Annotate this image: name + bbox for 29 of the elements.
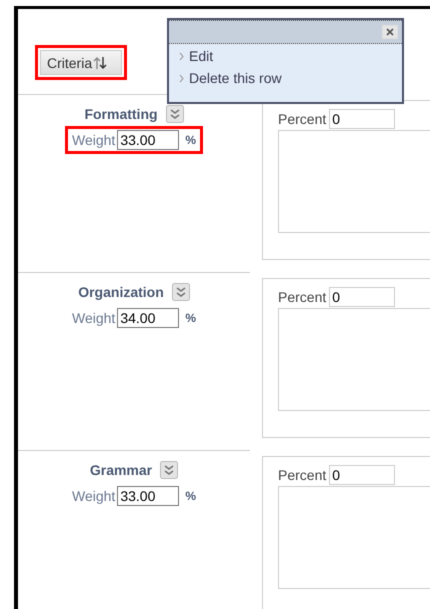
weight-field[interactable]: 33.00 xyxy=(117,486,180,506)
weight-field[interactable]: 33.00 xyxy=(117,130,180,150)
criterion-name: Formatting xyxy=(84,106,158,122)
menu-item[interactable]: Delete this row xyxy=(179,70,402,86)
expand-chevron-icon[interactable] xyxy=(160,461,178,479)
weight-label: Weight xyxy=(72,132,116,148)
criterion-name: Grammar xyxy=(90,462,152,478)
percent-label: Percent xyxy=(278,111,326,127)
close-button[interactable] xyxy=(382,25,398,39)
percent-field[interactable]: 0 xyxy=(329,465,396,485)
chevron-right-icon xyxy=(179,52,184,60)
percent-sign: % xyxy=(185,133,196,147)
expand-chevron-icon[interactable] xyxy=(166,105,184,123)
criteria-sort-button[interactable]: Criteria xyxy=(40,50,122,75)
percent-sign: % xyxy=(185,311,196,325)
weight-label: Weight xyxy=(72,488,116,504)
percent-sign: % xyxy=(185,489,196,503)
percent-label: Percent xyxy=(278,467,326,483)
chevron-right-icon xyxy=(179,74,184,82)
expand-chevron-icon[interactable] xyxy=(172,283,190,301)
weight-field[interactable]: 34.00 xyxy=(117,308,180,328)
menu-item[interactable]: Edit xyxy=(179,48,402,64)
percent-label: Percent xyxy=(278,289,326,305)
close-icon xyxy=(385,27,395,37)
criterion-name: Organization xyxy=(78,284,164,300)
percent-field[interactable]: 0 xyxy=(329,287,396,307)
sort-arrows-icon xyxy=(93,54,108,70)
weight-label: Weight xyxy=(72,310,116,326)
percent-field[interactable]: 0 xyxy=(329,109,396,129)
